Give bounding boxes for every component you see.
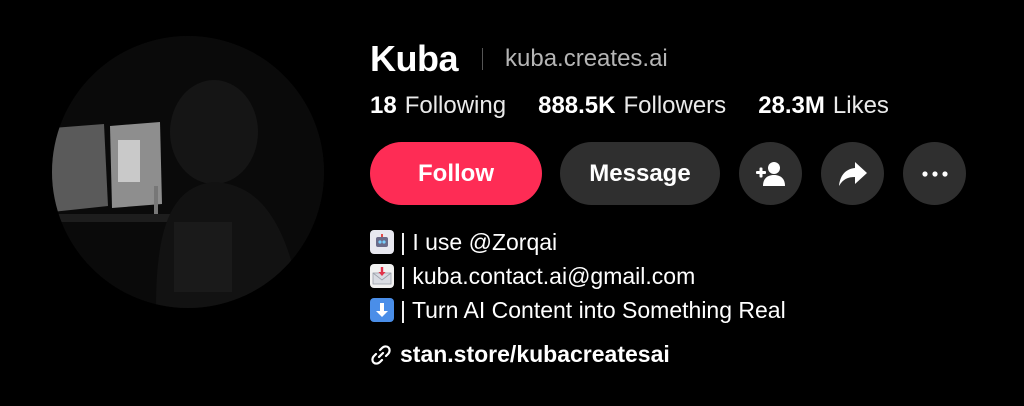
stat-following[interactable]: 18 Following	[370, 92, 506, 120]
more-dots-icon	[921, 170, 948, 177]
stat-likes: 28.3M Likes	[758, 92, 889, 120]
bio-text-1: | I use @Zorqai	[400, 229, 558, 255]
message-button[interactable]: Message	[560, 142, 720, 205]
profile-avatar[interactable]	[52, 36, 324, 308]
profile-handle: kuba.creates.ai	[505, 45, 668, 72]
down-arrow-emoji-icon	[370, 298, 394, 322]
profile-link[interactable]: stan.store/kubacreatesai	[370, 341, 1010, 368]
bio-line: | Turn AI Content into Something Real	[370, 293, 1010, 327]
link-text[interactable]: stan.store/kubacreatesai	[400, 341, 670, 368]
profile-name: Kuba	[370, 38, 459, 79]
name-separator	[482, 48, 483, 70]
share-button[interactable]	[821, 142, 884, 205]
avatar-image	[52, 36, 324, 308]
likes-count: 28.3M	[758, 92, 825, 119]
bio-text-3: | Turn AI Content into Something Real	[400, 297, 786, 323]
link-icon	[371, 344, 391, 365]
envelope-emoji-icon	[370, 264, 394, 288]
bio-text-2: | kuba.contact.ai@gmail.com	[400, 263, 696, 289]
more-button[interactable]	[903, 142, 966, 205]
following-count: 18	[370, 92, 397, 119]
profile-stats: 18 Following 888.5K Followers 28.3M Like…	[370, 92, 1010, 120]
robot-emoji-icon	[370, 230, 394, 254]
follow-button[interactable]: Follow	[370, 142, 542, 205]
bio-line: | kuba.contact.ai@gmail.com	[370, 259, 1010, 293]
following-label: Following	[404, 92, 507, 119]
stat-followers[interactable]: 888.5K Followers	[538, 92, 726, 120]
profile-bio: | I use @Zorqai | kuba.contact.ai@gmail.…	[370, 225, 1010, 327]
add-person-icon	[755, 161, 785, 186]
add-friend-button[interactable]	[739, 142, 802, 205]
name-row: Kuba kuba.creates.ai	[370, 38, 1010, 80]
followers-label: Followers	[623, 92, 727, 119]
followers-count: 888.5K	[538, 92, 616, 119]
share-arrow-icon	[838, 161, 867, 186]
action-buttons: Follow Message	[370, 142, 1010, 205]
bio-line: | I use @Zorqai	[370, 225, 1010, 259]
likes-label: Likes	[832, 92, 889, 119]
profile-info: Kuba kuba.creates.ai 18 Following 888.5K…	[370, 38, 1010, 368]
